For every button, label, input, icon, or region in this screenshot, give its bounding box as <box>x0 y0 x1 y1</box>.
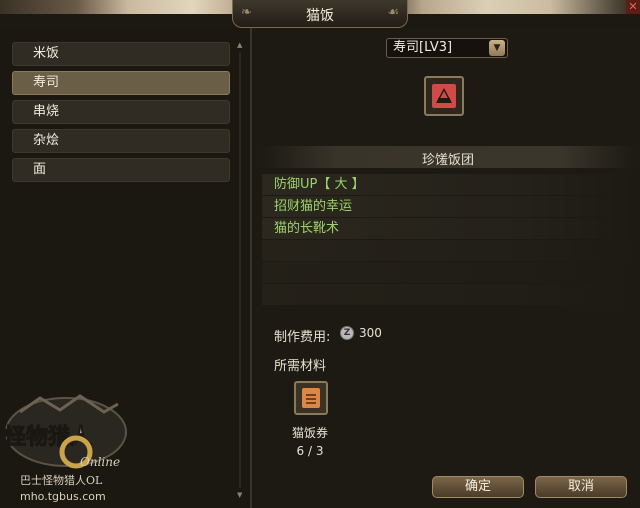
category-scrollbar[interactable]: ▲ ▼ <box>237 42 243 499</box>
category-item-sushi[interactable]: 寿司 <box>12 71 230 95</box>
category-item-skewer[interactable]: 串烧 <box>12 100 230 124</box>
category-item-noodle[interactable]: 面 <box>12 158 230 182</box>
scroll-down-icon[interactable]: ▼ <box>237 492 243 499</box>
skill-row: 招财猫的幸运 <box>262 196 634 217</box>
materials-label: 所需材料 <box>274 359 327 374</box>
material-name: 猫饭券 <box>291 426 328 440</box>
cancel-button[interactable]: 取消 <box>535 476 627 498</box>
dish-icon <box>424 76 464 116</box>
dish-name: 珍馐饭团 <box>421 153 474 168</box>
rice-ball-icon <box>432 84 456 108</box>
skill-row-empty <box>262 284 634 305</box>
category-list-panel: 米饭 寿司 串烧 杂烩 面 ▲ ▼ 怪物猎人 Online 巴士怪物猎人OL m… <box>0 28 252 508</box>
skill-row-empty <box>262 262 634 283</box>
chevron-down-icon[interactable]: ▼ <box>489 40 505 56</box>
title-plate: ❧ 猫饭 ☙ <box>232 0 408 28</box>
skill-row: 猫的长靴术 <box>262 218 634 239</box>
material-count: 6 / 3 <box>296 444 324 458</box>
cost-value: 300 <box>359 326 382 340</box>
cost-label: 制作费用: <box>274 330 331 345</box>
category-item-rice[interactable]: 米饭 <box>12 42 230 66</box>
watermark-line1: 巴士怪物猎人OL <box>20 473 103 487</box>
recipe-detail-panel: 寿司[LV3] ▼ 珍馐饭团 防御UP【 大 】 招财猫的幸运 猫的长靴术 制作… <box>254 28 640 508</box>
watermark-line2: mho.tgbus.com <box>20 490 106 503</box>
zenny-icon: Z <box>340 326 354 340</box>
game-logo-watermark: 怪物猎人 Online 巴士怪物猎人OL mho.tgbus.com <box>4 394 127 503</box>
skill-row: 防御UP【 大 】 <box>262 174 634 195</box>
category-item-stew[interactable]: 杂烩 <box>12 129 230 153</box>
scroll-up-icon[interactable]: ▲ <box>237 42 243 49</box>
ticket-icon[interactable] <box>294 381 328 415</box>
close-icon[interactable]: ✕ <box>626 0 640 14</box>
ornament-right-icon: ☙ <box>387 5 399 20</box>
window-title: 猫饭 <box>306 8 334 24</box>
dish-name-bar: 珍馐饭团 <box>262 146 634 168</box>
logo-sub-text: Online <box>80 455 120 469</box>
confirm-button[interactable]: 确定 <box>432 476 524 498</box>
level-dropdown[interactable]: 寿司[LV3] ▼ <box>386 38 508 58</box>
scroll-track-line[interactable] <box>239 52 241 488</box>
dropdown-value: 寿司[LV3] <box>393 40 453 55</box>
skill-row-empty <box>262 240 634 261</box>
